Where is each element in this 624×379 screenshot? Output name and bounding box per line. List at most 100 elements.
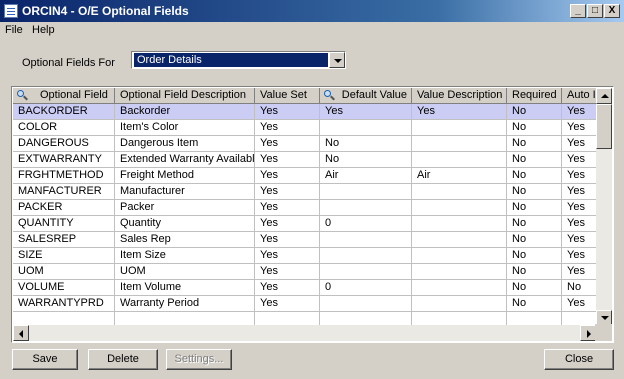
cell-required[interactable]: No <box>507 248 562 264</box>
column-header-auto-insert[interactable]: Auto In <box>562 88 598 104</box>
optional-fields-for-dropdown[interactable]: Order Details <box>131 51 346 69</box>
cell-optional-field[interactable]: COLOR <box>13 120 115 136</box>
cell-auto-insert[interactable]: Yes <box>562 248 598 264</box>
cell-optional-field[interactable]: WARRANTYPRD <box>13 296 115 312</box>
scroll-right-button[interactable] <box>580 325 596 341</box>
cell-required[interactable]: No <box>507 280 562 296</box>
cell-description[interactable]: UOM <box>115 264 255 280</box>
vertical-scroll-thumb[interactable] <box>596 104 612 149</box>
cell-required[interactable]: No <box>507 120 562 136</box>
column-header-required[interactable]: Required <box>507 88 562 104</box>
menu-help[interactable]: Help <box>32 24 55 36</box>
table-row[interactable]: WARRANTYPRD Warranty Period Yes No Yes <box>13 296 598 312</box>
table-row[interactable]: MANFACTURER Manufacturer Yes No Yes <box>13 184 598 200</box>
table-row[interactable]: SALESREP Sales Rep Yes No Yes <box>13 232 598 248</box>
cell-auto-insert[interactable]: No <box>562 280 598 296</box>
cell-optional-field[interactable]: SIZE <box>13 248 115 264</box>
cell-auto-insert[interactable]: Yes <box>562 184 598 200</box>
scroll-left-button[interactable] <box>13 325 29 341</box>
cell-value-description[interactable] <box>412 136 507 152</box>
cell-value-set[interactable]: Yes <box>255 216 320 232</box>
cell-auto-insert[interactable]: Yes <box>562 264 598 280</box>
cell-value-set[interactable]: Yes <box>255 280 320 296</box>
cell-default-value[interactable]: 0 <box>320 216 412 232</box>
cell-description[interactable]: Item Volume <box>115 280 255 296</box>
close-window-button[interactable]: X <box>604 4 620 18</box>
table-row[interactable]: EXTWARRANTY Extended Warranty Available Ye… <box>13 152 598 168</box>
cell-auto-insert[interactable]: Yes <box>562 200 598 216</box>
cell-value-set[interactable]: Yes <box>255 152 320 168</box>
magnifier-icon[interactable] <box>324 90 334 100</box>
cell-value-description[interactable]: Air <box>412 168 507 184</box>
cell-required[interactable]: No <box>507 200 562 216</box>
cell-description[interactable]: Item's Color <box>115 120 255 136</box>
table-row[interactable]: FRGHTMETHOD Freight Method Yes Air Air No Yes <box>13 168 598 184</box>
magnifier-icon[interactable] <box>17 90 27 100</box>
cell-default-value[interactable] <box>320 120 412 136</box>
cell-required[interactable]: No <box>507 232 562 248</box>
cell-value-set[interactable]: Yes <box>255 264 320 280</box>
cell-default-value[interactable]: No <box>320 152 412 168</box>
cell-value-description[interactable] <box>412 264 507 280</box>
cell-required[interactable]: No <box>507 296 562 312</box>
table-row[interactable]: VOLUME Item Volume Yes 0 No No <box>13 280 598 296</box>
table-row[interactable]: COLOR Item's Color Yes No Yes <box>13 120 598 136</box>
cell-value-set[interactable]: Yes <box>255 168 320 184</box>
cell-optional-field[interactable]: PACKER <box>13 200 115 216</box>
cell-required[interactable]: No <box>507 136 562 152</box>
cell-default-value[interactable] <box>320 248 412 264</box>
cell-value-set[interactable]: Yes <box>255 136 320 152</box>
cell-value-description[interactable] <box>412 152 507 168</box>
cell-value-set[interactable]: Yes <box>255 120 320 136</box>
cell-optional-field[interactable]: FRGHTMETHOD <box>13 168 115 184</box>
cell-default-value[interactable]: No <box>320 136 412 152</box>
cell-value-set[interactable]: Yes <box>255 200 320 216</box>
cell-description[interactable]: Dangerous Item <box>115 136 255 152</box>
column-header-optional-field[interactable]: Optional Field <box>13 88 115 104</box>
cell-value-set[interactable]: Yes <box>255 296 320 312</box>
cell-description[interactable]: Packer <box>115 200 255 216</box>
cell-auto-insert[interactable]: Yes <box>562 168 598 184</box>
cell-default-value[interactable] <box>320 296 412 312</box>
cell-auto-insert[interactable]: Yes <box>562 120 598 136</box>
cell-description[interactable]: Sales Rep <box>115 232 255 248</box>
cell-optional-field[interactable]: DANGEROUS <box>13 136 115 152</box>
cell-auto-insert[interactable]: Yes <box>562 152 598 168</box>
minimize-button[interactable]: _ <box>570 4 586 18</box>
column-header-optional-field-description[interactable]: Optional Field Description <box>115 88 255 104</box>
cell-value-set[interactable]: Yes <box>255 104 320 120</box>
cell-description[interactable]: Freight Method <box>115 168 255 184</box>
table-row[interactable]: DANGEROUS Dangerous Item Yes No No Yes <box>13 136 598 152</box>
cell-description[interactable]: Warranty Period <box>115 296 255 312</box>
chevron-down-icon[interactable] <box>329 52 345 68</box>
cell-auto-insert[interactable]: Yes <box>562 296 598 312</box>
cell-value-description[interactable]: Yes <box>412 104 507 120</box>
cell-optional-field[interactable]: VOLUME <box>13 280 115 296</box>
horizontal-scrollbar[interactable] <box>13 325 596 341</box>
scroll-up-button[interactable] <box>596 88 612 104</box>
cell-default-value[interactable]: Yes <box>320 104 412 120</box>
cell-auto-insert[interactable]: Yes <box>562 216 598 232</box>
cell-description[interactable]: Backorder <box>115 104 255 120</box>
cell-value-set[interactable]: Yes <box>255 184 320 200</box>
table-row[interactable]: PACKER Packer Yes No Yes <box>13 200 598 216</box>
column-header-value-description[interactable]: Value Description <box>412 88 507 104</box>
cell-description[interactable]: Manufacturer <box>115 184 255 200</box>
cell-required[interactable]: No <box>507 184 562 200</box>
vertical-scrollbar[interactable] <box>596 88 612 326</box>
cell-required[interactable]: No <box>507 168 562 184</box>
cell-required[interactable]: No <box>507 152 562 168</box>
cell-value-description[interactable] <box>412 120 507 136</box>
cell-required[interactable]: No <box>507 216 562 232</box>
cell-optional-field[interactable]: BACKORDER <box>13 104 115 120</box>
cell-auto-insert[interactable]: Yes <box>562 104 598 120</box>
cell-auto-insert[interactable]: Yes <box>562 136 598 152</box>
cell-description[interactable]: Extended Warranty Available <box>115 152 255 168</box>
cell-required[interactable]: No <box>507 104 562 120</box>
cell-value-description[interactable] <box>412 248 507 264</box>
cell-auto-insert[interactable]: Yes <box>562 232 598 248</box>
cell-value-description[interactable] <box>412 280 507 296</box>
cell-default-value[interactable] <box>320 200 412 216</box>
cell-optional-field[interactable]: EXTWARRANTY <box>13 152 115 168</box>
cell-description[interactable]: Quantity <box>115 216 255 232</box>
